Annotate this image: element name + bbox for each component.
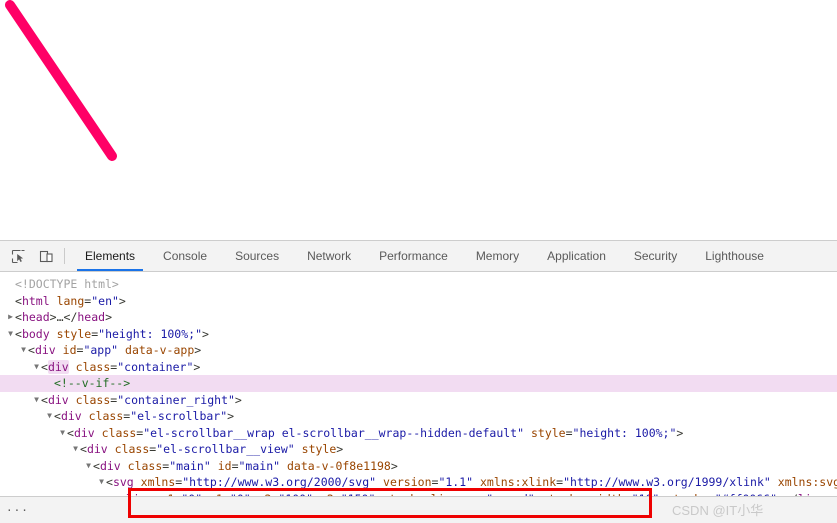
- node-tag-name: div: [86, 442, 108, 456]
- disclosure-triangle[interactable]: [19, 342, 28, 359]
- node-attribute-name: data-v-0f8e1198: [286, 458, 391, 473]
- node-attribute-name: xmlns:xlink: [480, 475, 557, 489]
- disclosure-triangle[interactable]: [6, 309, 15, 326]
- tab-label: Lighthouse: [705, 249, 764, 263]
- tab-label: Security: [633, 249, 678, 263]
- disclosure-triangle[interactable]: [97, 474, 106, 491]
- tab-elements[interactable]: Elements: [71, 241, 149, 271]
- dom-node[interactable]: <html lang="en">: [0, 293, 837, 310]
- node-attribute-name: class: [75, 392, 111, 407]
- disclosure-triangle[interactable]: [45, 408, 54, 425]
- node-attribute-name: data-v-app: [125, 343, 195, 357]
- dom-node[interactable]: <svg xmlns="http://www.w3.org/2000/svg" …: [0, 474, 837, 491]
- node-tag-name: div: [34, 343, 56, 357]
- inspect-element-icon[interactable]: [4, 241, 32, 271]
- dom-node[interactable]: <div class="el-scrollbar__wrap el-scroll…: [0, 425, 837, 442]
- node-attribute-value: "http://www.w3.org/1999/xlink": [563, 475, 771, 489]
- devtools-tabs: Elements Console Sources Network Performance…: [71, 241, 778, 271]
- dom-node[interactable]: <div id="app" data-v-app>: [0, 342, 837, 359]
- dom-node[interactable]: <!--v-if-->: [0, 375, 837, 392]
- node-attribute-value: "container_right": [117, 392, 235, 407]
- dom-node[interactable]: <body style="height: 100%;">: [0, 326, 837, 343]
- disclosure-triangle[interactable]: [32, 392, 41, 409]
- node-tag-name: div: [47, 392, 69, 407]
- comment-text: <!--v-if-->: [54, 376, 131, 390]
- dom-tree[interactable]: <!DOCTYPE html> <html lang="en"><head>…</…: [0, 272, 837, 496]
- tab-lighthouse[interactable]: Lighthouse: [691, 241, 778, 271]
- breadcrumb: ···: [0, 496, 837, 523]
- node-attribute-value: "main": [169, 458, 211, 473]
- disclosure-triangle[interactable]: [71, 441, 80, 458]
- node-attribute-name: id: [217, 458, 232, 473]
- device-toolbar-icon[interactable]: [32, 241, 60, 271]
- node-attribute-name: class: [75, 359, 111, 374]
- page-viewport: [0, 0, 837, 240]
- node-attribute-name: version: [383, 475, 432, 489]
- node-attribute-name: id: [62, 343, 77, 357]
- node-attribute-name: class: [88, 409, 124, 423]
- rendered-svg-line: [5, 0, 117, 161]
- tab-console[interactable]: Console: [149, 241, 221, 271]
- dom-node[interactable]: <head>…</head>: [0, 309, 837, 326]
- node-attribute-name: xmlns: [140, 475, 176, 489]
- tab-label: Application: [547, 249, 606, 263]
- node-attribute-value: "1.1": [438, 475, 474, 489]
- node-attribute-name: class: [101, 425, 137, 440]
- node-attribute-value: "height: 100%;": [572, 425, 677, 440]
- dom-node[interactable]: <div class="el-scrollbar__view" style>: [0, 441, 837, 458]
- toolbar-divider: [64, 248, 65, 264]
- tab-label: Console: [163, 249, 208, 263]
- dom-node[interactable]: <div class="container_right">: [0, 392, 837, 409]
- node-attribute-value: "main": [238, 458, 281, 473]
- disclosure-triangle[interactable]: [58, 425, 67, 442]
- tab-sources[interactable]: Sources: [221, 241, 293, 271]
- devtools-panel: Elements Console Sources Network Performance…: [0, 240, 837, 523]
- devtools-toolbar: Elements Console Sources Network Performance…: [0, 241, 837, 272]
- tab-label: Performance: [379, 249, 448, 263]
- node-attribute-value: "container": [117, 359, 194, 374]
- node-attribute-value: "en": [91, 293, 119, 308]
- dom-node[interactable]: <div class="main" id="main" data-v-0f8e1…: [0, 458, 837, 475]
- disclosure-triangle[interactable]: [84, 458, 93, 475]
- doctype-text: <!DOCTYPE html>: [15, 277, 119, 291]
- node-tag-name: svg: [112, 475, 134, 489]
- node-tag-name: body: [21, 326, 50, 341]
- node-tag-name: div: [47, 359, 69, 374]
- disclosure-triangle[interactable]: [32, 359, 41, 376]
- dom-node[interactable]: <!DOCTYPE html>: [0, 276, 837, 293]
- node-attribute-name: lang: [56, 293, 85, 308]
- node-attribute-name: xmlns:svg: [777, 475, 837, 489]
- tab-memory[interactable]: Memory: [462, 241, 533, 271]
- tab-security[interactable]: Security: [620, 241, 691, 271]
- node-attribute-value: "el-scrollbar__wrap el-scrollbar__wrap--…: [143, 425, 525, 440]
- tab-performance[interactable]: Performance: [365, 241, 462, 271]
- tab-label: Network: [307, 249, 352, 263]
- breadcrumb-overflow[interactable]: ···: [6, 504, 29, 517]
- tab-label: Memory: [475, 249, 520, 263]
- node-attribute-value: "el-scrollbar": [130, 409, 228, 423]
- tab-application[interactable]: Application: [533, 241, 620, 271]
- node-tag-name: div: [99, 458, 121, 473]
- node-attribute-value: "app": [83, 343, 119, 357]
- tab-label: Elements: [85, 249, 136, 263]
- disclosure-triangle[interactable]: [6, 326, 15, 343]
- node-attribute-name: style: [56, 326, 92, 341]
- node-attribute-value: "http://www.w3.org/2000/svg": [182, 475, 377, 489]
- node-attribute-name: class: [114, 442, 150, 456]
- tab-network[interactable]: Network: [293, 241, 365, 271]
- node-tag-name: div: [60, 409, 82, 423]
- dom-node[interactable]: <div class="el-scrollbar">: [0, 408, 837, 425]
- tab-label: Sources: [235, 249, 280, 263]
- node-attribute-value: "el-scrollbar__view": [156, 442, 295, 456]
- node-attribute-name: style: [530, 425, 566, 440]
- node-attribute-value: "height: 100%;": [98, 326, 202, 341]
- node-attribute-name: style: [301, 442, 337, 456]
- node-attribute-name: class: [127, 458, 163, 473]
- dom-node[interactable]: <div class="container">: [0, 359, 837, 376]
- node-tag-name: div: [73, 425, 95, 440]
- node-tag-name: html: [21, 293, 50, 308]
